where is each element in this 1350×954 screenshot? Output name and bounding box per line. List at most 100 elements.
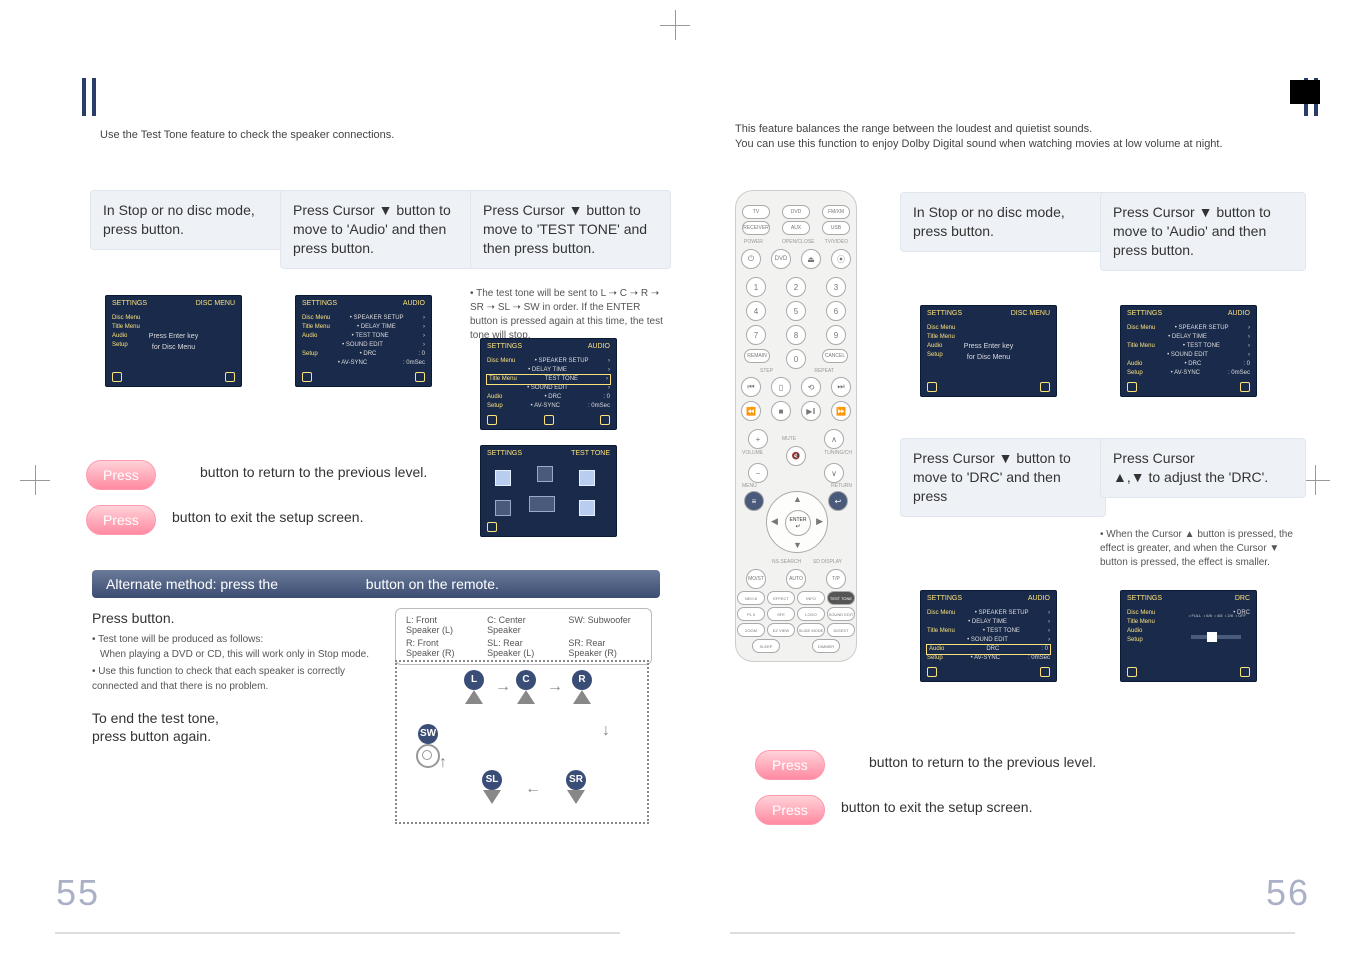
step1-text: In Stop or no disc mode, press button. — [103, 202, 255, 237]
remote-btn-dvd[interactable]: DVD — [782, 205, 810, 219]
remote-cancel[interactable]: CANCEL — [822, 349, 848, 363]
step2-text: Press Cursor ▼ button to move to 'Audio'… — [293, 202, 451, 256]
left-bullet2: • Use this function to check that each s… — [92, 665, 377, 694]
remote-soundedit[interactable]: SOUND EDIT — [827, 607, 855, 621]
num-6[interactable]: 6 — [826, 301, 846, 321]
num-7[interactable]: 7 — [746, 325, 766, 345]
num-2[interactable]: 2 — [786, 277, 806, 297]
num-8[interactable]: 8 — [786, 325, 806, 345]
right-step3: Press Cursor ▼ button to move to 'DRC' a… — [900, 438, 1106, 517]
lbl-open: OPEN/CLOSE — [782, 239, 815, 245]
remote-dimmer[interactable]: DIMMER — [812, 639, 840, 653]
remote-mute[interactable]: 🔇 — [786, 446, 806, 466]
lbl-ns: NS.SEARCH — [772, 559, 801, 565]
remote-btn-tv[interactable]: TV — [742, 205, 770, 219]
remote-step[interactable]: ▯ — [771, 377, 791, 397]
press-return-bubble: Press — [86, 460, 156, 490]
left-step2: Press Cursor ▼ button to move to 'Audio'… — [280, 190, 481, 269]
remote-slide[interactable]: SLIDE MODE — [797, 623, 825, 637]
num-3[interactable]: 3 — [826, 277, 846, 297]
vol-down[interactable]: − — [748, 463, 768, 483]
remote-rew[interactable]: ⏪ — [741, 401, 761, 421]
remote-auto[interactable]: AUTO — [786, 569, 806, 589]
osd-audio-menu: SETTINGSAUDIO Disc Menu• SPEAKER SETUP› … — [295, 295, 432, 387]
remote-sfe[interactable]: SFE — [767, 607, 795, 621]
remote-neo[interactable]: NEO:6 — [737, 591, 765, 605]
lbl-power: POWER — [744, 239, 763, 245]
r-press-exit-bubble: Press — [755, 795, 825, 825]
osd-testtone-grid: SETTINGSTEST TONE — [480, 445, 617, 537]
remote-btn-eject[interactable]: ⏏ — [801, 249, 821, 269]
right-step4-note: • When the Cursor ▲ button is pressed, t… — [1100, 528, 1300, 570]
remote-btn-dvd2[interactable]: DVD — [771, 249, 791, 269]
left-bullet1: • Test tone will be produced as follows: — [92, 633, 377, 648]
end-tone-a: To end the test tone, — [92, 710, 219, 726]
remote-digest[interactable]: DIGEST — [827, 623, 855, 637]
left-step3-note: • The test tone will be sent to L ➝ C ➝ … — [470, 287, 665, 343]
lbl-volume: VOLUME — [742, 450, 763, 456]
num-0[interactable]: 0 — [786, 349, 806, 369]
ch-up[interactable]: ∧ — [824, 429, 844, 449]
remote-menu[interactable]: ≡ — [744, 491, 764, 511]
vol-up[interactable]: + — [748, 429, 768, 449]
accent-bars-left — [82, 78, 94, 116]
r-press-exit-text: button to exit the setup screen. — [841, 797, 1032, 818]
lbl-tvvideo: TV/VIDEO — [825, 239, 848, 245]
bottom-rule-right — [730, 932, 1295, 934]
remote-logo[interactable]: LOGO — [797, 607, 825, 621]
remote-mo[interactable]: MO/ST — [746, 569, 766, 589]
remote-nav-ring[interactable]: ▲ ▼ ◀ ▶ ENTER↵ — [766, 491, 828, 553]
lbl-mute: MUTE — [782, 436, 796, 442]
alternate-method-bar: Alternate method: press the button on th… — [92, 570, 660, 598]
osd-right-audio: SETTINGSAUDIO Disc Menu• SPEAKER SETUP› … — [1120, 305, 1257, 397]
remote-prev[interactable]: ⏮ — [741, 377, 761, 397]
remote-enter[interactable]: ENTER↵ — [785, 510, 811, 536]
right-step4: Press Cursor▲,▼ to adjust the 'DRC'. — [1100, 438, 1306, 498]
lbl-return: RETURN — [831, 483, 852, 489]
lbl-step: STEP — [760, 368, 773, 374]
remote-next[interactable]: ⏭ — [831, 377, 851, 397]
remote-btn-fmxm[interactable]: FM/XM — [822, 205, 850, 219]
osd-discmenu: SETTINGSDISC MENU Disc Menu Title Menu A… — [105, 295, 242, 387]
lbl-sd: SD DISPLAY — [813, 559, 842, 565]
remote-sleep[interactable]: SLEEP — [752, 639, 780, 653]
remote-ff[interactable]: ⏩ — [831, 401, 851, 421]
remote-stop[interactable]: ■ — [771, 401, 791, 421]
remote-repeat[interactable]: ⟲ — [801, 377, 821, 397]
end-tone-b: press button again. — [92, 728, 211, 744]
remote-tp[interactable]: T/P — [826, 569, 846, 589]
remote-subt[interactable]: PL II — [737, 607, 765, 621]
num-1[interactable]: 1 — [746, 277, 766, 297]
remote-btn-aux[interactable]: AUX — [782, 221, 810, 235]
press-exit-bubble: Press — [86, 505, 156, 535]
page-number-right: 56 — [1266, 872, 1310, 914]
right-intro1: This feature balances the range between … — [735, 122, 1092, 137]
lbl-tuning: TUNING/CH — [824, 450, 852, 456]
r-step4: Press Cursor▲,▼ to adjust the 'DRC'. — [1113, 450, 1268, 485]
remote-return[interactable]: ↩ — [828, 491, 848, 511]
lbl-repeat: REPEAT — [814, 368, 834, 374]
remote-testtone[interactable]: TEST TONE — [827, 591, 855, 605]
remote-remain[interactable]: REMAIN — [744, 349, 770, 363]
lbl-menu: MENU — [742, 483, 757, 489]
remote-btn-tvvideo[interactable]: ⦿ — [831, 249, 851, 269]
left-intro: Use the Test Tone feature to check the s… — [100, 128, 394, 143]
num-5[interactable]: 5 — [786, 301, 806, 321]
num-4[interactable]: 4 — [746, 301, 766, 321]
num-9[interactable]: 9 — [826, 325, 846, 345]
remote-btn-receiver[interactable]: RECEIVER — [742, 221, 770, 235]
remote-btn-usb[interactable]: USB — [822, 221, 850, 235]
remote-ezview[interactable]: EZ VIEW — [767, 623, 795, 637]
remote-info[interactable]: INFO — [797, 591, 825, 605]
osd-right-discmenu: SETTINGSDISC MENU Disc Menu Title Menu A… — [920, 305, 1057, 397]
bottom-rule-left — [55, 932, 620, 934]
remote-control: TV DVD FM/XM RECEIVER AUX USB POWER OPEN… — [735, 190, 857, 662]
remote-effect[interactable]: EFFECT — [767, 591, 795, 605]
remote-zoom[interactable]: ZOOM — [737, 623, 765, 637]
remote-play[interactable]: ▶‖ — [801, 401, 821, 421]
page-number-left: 55 — [56, 872, 100, 914]
left-bullet1b: When playing a DVD or CD, this will work… — [100, 648, 385, 663]
right-step1: In Stop or no disc mode, press button. — [900, 192, 1106, 252]
ch-down[interactable]: ∨ — [824, 463, 844, 483]
remote-btn-power[interactable]: ⏻ — [741, 249, 761, 269]
